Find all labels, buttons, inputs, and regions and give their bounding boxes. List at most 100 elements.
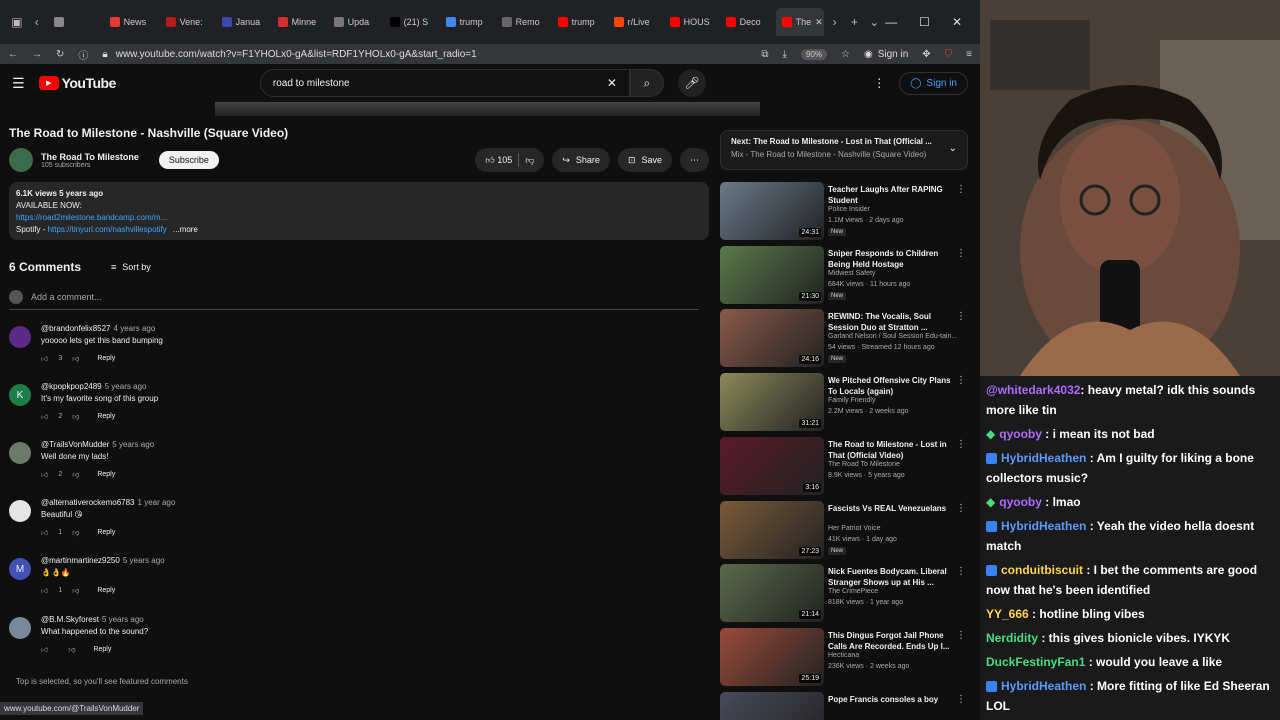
url-field[interactable]: 🔒︎ www.youtube.com/watch?v=F1YHOLx0-gA&l… <box>102 49 747 60</box>
rec-title[interactable]: Nick Fuentes Bodycam. Liberal Stranger S… <box>828 566 956 588</box>
rec-title[interactable]: Fascists Vs REAL Venezuelans <box>828 503 956 514</box>
maximize-icon[interactable]: ☐ <box>919 15 930 29</box>
browser-tab[interactable]: News <box>104 8 158 36</box>
search-input[interactable]: road to milestone ✕ <box>259 69 630 97</box>
commenter-avatar[interactable] <box>9 617 31 639</box>
youtube-signin-button[interactable]: ◯ Sign in <box>899 71 968 95</box>
chat-username[interactable]: YY_666 <box>986 607 1029 621</box>
bookmark-star-icon[interactable]: ☆ <box>841 49 850 60</box>
rec-menu-icon[interactable]: ⋮ <box>956 439 966 450</box>
browser-tab[interactable]: Deco <box>720 8 774 36</box>
browser-tab[interactable]: Remo <box>496 8 550 36</box>
chat-username[interactable]: qyooby <box>999 495 1042 509</box>
recommended-video[interactable]: 21:30 Sniper Responds to Children Being … <box>720 245 970 306</box>
comment-dislike-icon[interactable]: 👎︎ <box>72 354 79 363</box>
rec-channel[interactable]: Garland Nelson / Soul Session Edu-tain..… <box>828 333 957 340</box>
back-icon[interactable]: ← <box>8 49 18 60</box>
commenter-avatar[interactable] <box>9 500 31 522</box>
browser-tab[interactable]: trump <box>440 8 494 36</box>
video-thumbnail[interactable]: 24:31 <box>720 182 824 240</box>
video-thumbnail[interactable] <box>720 691 824 720</box>
browser-tab[interactable]: r/Live <box>608 8 662 36</box>
pip-icon[interactable]: ⧉ <box>761 49 768 60</box>
scroll-left-icon[interactable]: ‹ <box>28 15 46 29</box>
up-next-box[interactable]: Next: The Road to Milestone - Lost in Th… <box>720 130 968 170</box>
hamburger-menu-icon[interactable]: ☰ <box>12 75 25 92</box>
comment-dislike-icon[interactable]: 👎︎ <box>72 412 79 421</box>
spotify-link[interactable]: https://tinyurl.com/nashvillespotify <box>48 225 167 234</box>
comment-like-icon[interactable]: 👍︎ <box>41 470 48 479</box>
zoom-level[interactable]: 90% <box>800 48 827 60</box>
browser-tab[interactable]: Upda <box>328 8 382 36</box>
forward-icon[interactable]: → <box>32 49 42 60</box>
rec-menu-icon[interactable]: ⋮ <box>956 311 966 322</box>
like-button[interactable]: 👍︎ 105 <box>485 155 512 166</box>
rec-menu-icon[interactable]: ⋮ <box>956 184 966 195</box>
comment-like-icon[interactable]: 👍︎ <box>41 354 48 363</box>
comment-dislike-icon[interactable]: 👎︎ <box>72 470 79 479</box>
comment-like-icon[interactable]: 👍︎ <box>41 412 48 421</box>
browser-tab[interactable]: Minne <box>272 8 326 36</box>
rec-title[interactable]: This Dingus Forgot Jail Phone Calls Are … <box>828 630 956 652</box>
browser-tab[interactable] <box>48 8 102 36</box>
video-thumbnail[interactable]: 3:16 <box>720 436 824 495</box>
chat-username[interactable]: qyooby <box>999 427 1042 441</box>
voice-search-button[interactable]: 🎤︎ <box>677 69 706 97</box>
video-thumbnail[interactable]: 25:19 <box>720 627 824 686</box>
video-thumbnail[interactable]: 31:21 <box>720 373 824 432</box>
close-window-icon[interactable]: ✕ <box>952 15 962 29</box>
rec-menu-icon[interactable]: ⋮ <box>956 503 966 514</box>
recommended-video[interactable]: 24:16 REWIND: The Vocalis, Soul Session … <box>720 309 970 369</box>
search-button[interactable]: ⌕ <box>629 69 664 97</box>
browser-signin-button[interactable]: ◉ Sign in <box>864 49 908 60</box>
reply-button[interactable]: Reply <box>97 529 115 536</box>
comment-dislike-icon[interactable]: 👎︎ <box>72 586 79 595</box>
channel-name[interactable]: The Road To Milestone <box>41 152 139 162</box>
dislike-icon[interactable]: 👎︎ <box>525 155 534 166</box>
reload-icon[interactable]: ↻ <box>56 49 64 60</box>
description-box[interactable]: 6.1K views 5 years ago AVAILABLE NOW: ht… <box>9 182 709 240</box>
subscribe-button[interactable]: Subscribe <box>158 151 219 169</box>
rec-title[interactable]: We Pitched Offensive City Plans To Local… <box>828 375 956 397</box>
video-thumbnail[interactable]: 21:30 <box>720 245 824 304</box>
commenter-avatar[interactable] <box>9 442 31 464</box>
video-thumbnail[interactable]: 27:23 <box>720 500 824 559</box>
recommended-video[interactable]: 25:19 This Dingus Forgot Jail Phone Call… <box>720 627 970 688</box>
reply-button[interactable]: Reply <box>97 587 115 594</box>
comment-author[interactable]: @brandonfelix8527 <box>41 324 111 333</box>
show-more-button[interactable]: ...more <box>173 225 198 234</box>
comment-dislike-icon[interactable]: 👎︎ <box>68 645 75 654</box>
commenter-avatar[interactable]: K <box>9 384 31 406</box>
reply-button[interactable]: Reply <box>97 471 115 478</box>
rec-menu-icon[interactable]: ⋮ <box>956 248 966 259</box>
chat-username[interactable]: HybridHeathen <box>1001 451 1086 465</box>
sort-button[interactable]: ≡ Sort by <box>111 262 151 272</box>
youtube-logo[interactable]: ▶ YouTube <box>38 75 116 91</box>
comment-like-icon[interactable]: 👍︎ <box>41 586 48 595</box>
scroll-right-icon[interactable]: › <box>826 15 844 29</box>
rec-title[interactable]: Pope Francis consoles a boy <box>828 694 956 705</box>
tab-list-icon[interactable]: ⌄ <box>865 15 883 29</box>
minimize-icon[interactable]: — <box>885 15 897 29</box>
comment-author[interactable]: @kpopkpop2489 <box>41 382 102 391</box>
rec-title[interactable]: REWIND: The Vocalis, Soul Session Duo at… <box>828 311 956 333</box>
chat-username[interactable]: HybridHeathen <box>1001 679 1086 693</box>
comment-author[interactable]: @alternativerockemo6783 <box>41 498 135 507</box>
info-icon[interactable]: ⓘ <box>78 47 88 62</box>
download-icon[interactable]: ⤓ <box>783 49 787 60</box>
chat-username[interactable]: HybridHeathen <box>1001 519 1086 533</box>
close-tab-icon[interactable]: ✕ <box>815 17 823 28</box>
chevron-down-icon[interactable]: ⌄ <box>949 143 957 154</box>
bandcamp-link[interactable]: https://road2milestone.bandcamp.com/m... <box>16 212 702 224</box>
comment-author[interactable]: @martinmartinez9250 <box>41 556 120 565</box>
rec-channel[interactable]: Hecticana <box>828 652 859 659</box>
browser-tab[interactable]: HOUS <box>664 8 718 36</box>
more-actions-button[interactable]: ⋯ <box>680 148 709 172</box>
rec-menu-icon[interactable]: ⋮ <box>956 566 966 577</box>
recommended-video[interactable]: 3:16 The Road to Milestone - Lost in Tha… <box>720 436 970 497</box>
add-comment-input[interactable]: Add a comment... <box>9 290 699 310</box>
settings-dots-icon[interactable]: ⋮ <box>873 76 885 90</box>
chat-username[interactable]: @whitedark4032 <box>986 383 1080 397</box>
browser-menu-icon[interactable]: ≡ <box>966 49 972 60</box>
rec-title[interactable]: The Road to Milestone - Lost in That (Of… <box>828 439 956 461</box>
